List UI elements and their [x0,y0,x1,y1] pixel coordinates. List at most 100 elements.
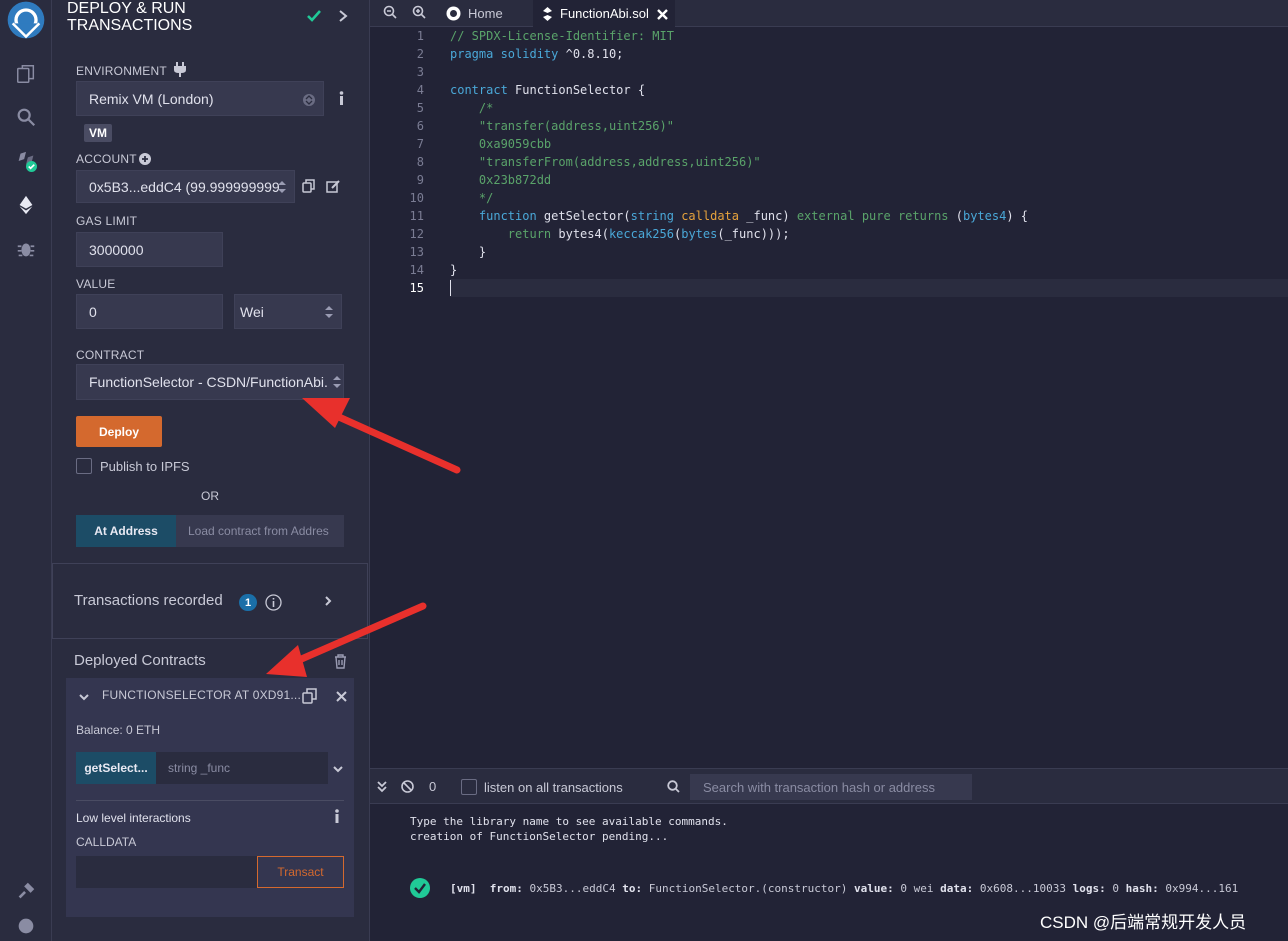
environment-select[interactable]: Remix VM (London) [76,81,324,116]
select-arrows-icon [325,305,333,319]
trash-icon[interactable] [334,654,347,669]
value-input[interactable]: 0 [76,294,223,329]
log-logs: 0 [1112,882,1119,895]
code-line: pragma solidity ^0.8.10; [450,45,623,63]
panel-title: DEPLOY & RUN TRANSACTIONS [67,0,307,34]
info-circle-icon[interactable] [265,594,282,611]
contract-select[interactable]: FunctionSelector - CSDN/FunctionAbi. [76,364,344,400]
edit-icon[interactable] [326,180,340,193]
pending-tx-count: 0 [429,779,437,794]
search-icon[interactable] [0,97,52,137]
account-value: 0x5B3...eddC4 (99.999999999 [89,178,280,195]
terminal-toolbar: 0 listen on all transactions Search with… [370,768,1288,804]
code-token: _func) [739,209,797,223]
debugger-icon[interactable] [0,229,52,269]
close-tab-icon[interactable] [657,8,668,20]
deploy-button[interactable]: Deploy [76,416,162,447]
line-gutter: 1 2 3 4 5 6 7 8 9 10 11 12 13 14 15 [370,27,450,768]
code-token: FunctionSelector { [507,83,646,97]
tab-home[interactable]: Home [436,0,528,27]
contract-instance: FUNCTIONSELECTOR AT 0XD91... Balance: 0 … [66,678,354,917]
listen-all-transactions-checkbox[interactable] [461,779,477,795]
line-number: 4 [416,83,424,97]
info-icon[interactable] [339,91,344,105]
chevron-down-icon[interactable] [332,762,344,774]
line-number: 9 [416,173,424,187]
transactions-recorded-section[interactable]: Transactions recorded 1 [52,563,368,639]
code-token: calldata [673,209,740,223]
calldata-input[interactable] [76,856,258,888]
chevron-right-icon[interactable] [336,7,350,25]
plug-icon [174,62,186,77]
success-check-icon [410,878,430,898]
account-select[interactable]: 0x5B3...eddC4 (99.999999999 [76,170,295,203]
transaction-search-input[interactable]: Search with transaction hash or address [690,774,972,800]
select-arrows-icon [333,375,341,389]
deployed-contracts-title: Deployed Contracts [74,652,206,669]
load-contract-input[interactable]: Load contract from Addres [176,515,344,547]
gas-limit-input[interactable]: 3000000 [76,232,223,267]
code-line: /* [450,101,494,115]
line-number: 7 [416,137,424,151]
code-token: pragma solidity [450,47,559,61]
solidity-file-icon [543,6,552,21]
line-number: 5 [416,101,424,115]
code-token: (_func))); [717,227,790,241]
chevron-down-icon[interactable] [78,690,90,702]
line-number: 14 [409,263,424,277]
add-account-icon[interactable] [139,152,151,165]
line-number: 8 [416,155,424,169]
log-value-label: value: [854,882,894,895]
line-number: 12 [409,227,424,241]
zoom-in-icon[interactable] [412,5,426,19]
icon-rail [0,0,52,941]
solidity-compiler-icon[interactable] [0,141,52,181]
zoom-out-icon[interactable] [383,5,397,19]
log-data-label: data: [940,882,974,895]
terminal-line: creation of FunctionSelector pending... [410,830,669,843]
remix-logo-icon[interactable] [0,0,52,40]
line-number: 3 [416,65,424,79]
get-selector-button[interactable]: getSelect... [76,752,156,784]
remix-home-icon [446,6,461,21]
line-number-active: 15 [409,281,424,295]
tab-functionabi[interactable]: FunctionAbi.sol [533,0,675,27]
publish-ipfs-checkbox[interactable] [76,458,92,474]
code-line: contract FunctionSelector { [450,81,645,99]
file-explorer-icon[interactable] [0,54,52,94]
transaction-log[interactable]: [vm] from: 0x5B3...eddC4 to: FunctionSel… [450,882,1238,895]
plugin-manager-icon[interactable] [0,871,52,911]
code-token: function [450,209,537,223]
log-logs-label: logs: [1072,882,1106,895]
instance-balance: Balance: 0 ETH [76,723,161,737]
func-input[interactable]: string _func [156,752,328,784]
code-token: return [450,227,552,241]
transaction-search-placeholder: Search with transaction hash or address [703,779,935,795]
value-unit-select[interactable]: Wei [234,294,342,329]
chevron-right-icon[interactable] [323,594,333,608]
log-vm-tag: [vm] [450,882,477,895]
copy-icon[interactable] [302,179,315,193]
settings-icon[interactable] [0,915,52,941]
tab-file-label: FunctionAbi.sol [560,6,649,21]
at-address-button[interactable]: At Address [76,515,176,547]
transact-button[interactable]: Transact [257,856,344,888]
info-icon[interactable] [334,809,340,823]
clear-terminal-icon[interactable] [401,780,414,793]
publish-ipfs-label: Publish to IPFS [100,459,190,474]
code-token: contract [450,83,508,97]
deploy-run-icon[interactable] [0,185,52,225]
func-input-placeholder: string _func [168,761,231,775]
divider [76,800,344,801]
collapse-terminal-icon[interactable] [377,780,387,793]
close-icon[interactable] [336,689,347,702]
panel-title-line2: TRANSACTIONS [67,17,193,34]
code-token: keccak256 [608,227,674,241]
code-line: 0xa9059cbb [450,137,552,151]
line-number: 1 [416,29,424,43]
search-icon [667,780,680,793]
copy-icon[interactable] [302,688,317,704]
panel-title-line1: DEPLOY & RUN [67,0,186,17]
low-level-interactions-label: Low level interactions [76,811,191,825]
code-editor[interactable]: 1 2 3 4 5 6 7 8 9 10 11 12 13 14 15 // S… [370,27,1288,768]
